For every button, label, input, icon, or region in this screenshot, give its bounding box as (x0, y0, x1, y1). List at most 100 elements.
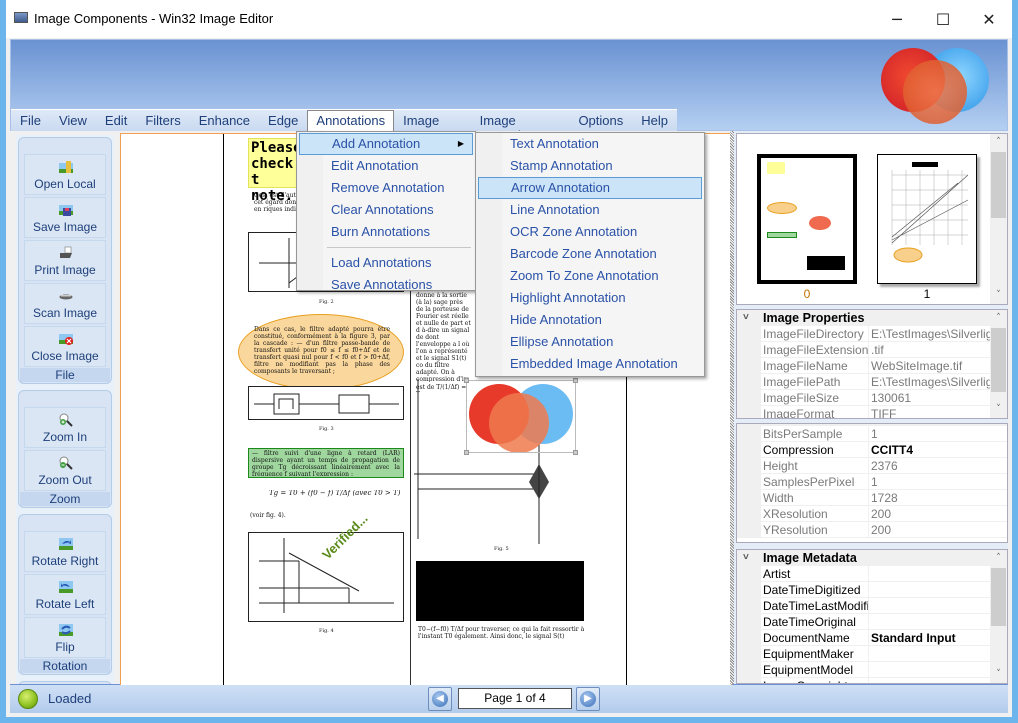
image-properties-header[interactable]: ˅ Image Properties (737, 310, 1007, 326)
previous-page-button[interactable]: ◀ (428, 687, 452, 711)
close-image-icon (59, 334, 73, 345)
scrollbar-thumb[interactable] (991, 152, 1006, 218)
property-row[interactable]: Width 1728 (737, 490, 1007, 506)
scroll-up-icon[interactable]: ˄ (990, 134, 1007, 151)
embedded-image-icon (469, 384, 573, 453)
minimize-icon: ─ (892, 9, 902, 29)
close-image-button[interactable]: Close Image (24, 326, 106, 367)
properties-scrollbar[interactable]: ˄ ˅ (990, 310, 1007, 418)
metadata-row[interactable]: Artist (737, 566, 1007, 582)
menu-add-annotation[interactable]: Add Annotation ▶ (299, 133, 473, 155)
resize-handle[interactable] (464, 450, 469, 455)
property-row[interactable]: YResolution 200 (737, 522, 1007, 538)
property-row[interactable]: ImageFileExtension .tif (737, 342, 1007, 358)
menu-enhance[interactable]: Enhance (190, 110, 259, 133)
menu-hide-annotation[interactable]: Hide Annotation (476, 309, 704, 331)
open-local-button[interactable]: Open Local (24, 154, 106, 195)
maximize-button[interactable]: ☐ (920, 0, 966, 38)
menu-edge[interactable]: Edge (259, 110, 307, 133)
scroll-up-icon[interactable]: ˄ (990, 550, 1007, 567)
metadata-row[interactable]: DocumentName Standard Input (737, 630, 1007, 646)
menu-arrow-annotation[interactable]: Arrow Annotation (478, 177, 702, 199)
menu-load-annotations[interactable]: Load Annotations (297, 252, 475, 274)
menu-text-annotation[interactable]: Text Annotation (476, 133, 704, 155)
rotate-left-icon (59, 581, 73, 593)
zoom-out-button[interactable]: Zoom Out (24, 450, 106, 491)
metadata-row[interactable]: EquipmentModel (737, 662, 1007, 678)
menu-save-annotations[interactable]: Save Annotations (297, 274, 475, 296)
property-row[interactable]: BitsPerSample 1 (737, 426, 1007, 442)
flip-icon (59, 624, 73, 636)
menu-image-ocr[interactable]: Image OCR (394, 110, 471, 143)
menu-image-barcodes[interactable]: Image Barcodes (471, 110, 570, 143)
metadata-scrollbar[interactable]: ˄ ˅ (990, 550, 1007, 683)
thumbnail-1[interactable] (877, 154, 977, 284)
menu-edit[interactable]: Edit (96, 110, 136, 133)
scroll-down-icon[interactable]: ˅ (990, 401, 1007, 418)
menu-highlight-annotation[interactable]: Highlight Annotation (476, 287, 704, 309)
rotate-right-button[interactable]: Rotate Right (24, 531, 106, 572)
menu-help[interactable]: Help (632, 110, 677, 133)
metadata-row[interactable]: DateTimeOriginal (737, 614, 1007, 630)
menu-clear-annotations[interactable]: Clear Annotations (297, 199, 475, 221)
property-row[interactable]: ImageFileDirectory E:\TestImages\Silverli… (737, 326, 1007, 342)
menu-line-annotation[interactable]: Line Annotation (476, 199, 704, 221)
maximize-icon: ☐ (935, 9, 951, 29)
property-row[interactable]: ImageFormat TIFF (737, 406, 1007, 418)
scroll-down-icon[interactable]: ˅ (990, 666, 1007, 683)
scroll-down-icon[interactable]: ˅ (990, 287, 1007, 304)
metadata-row[interactable]: DateTimeDigitized (737, 582, 1007, 598)
image-metadata-header[interactable]: ˅ Image Metadata (737, 550, 1007, 566)
menu-view[interactable]: View (50, 110, 96, 133)
close-button[interactable]: ✕ (966, 0, 1012, 38)
image-metadata-grid: ˅ Image Metadata Artist DateTimeDigitized… (736, 549, 1008, 684)
property-row[interactable]: ImageFilePath E:\TestImages\Silverlight\ (737, 374, 1007, 390)
embedded-image-annotation[interactable] (464, 378, 578, 455)
next-page-button[interactable]: ▶ (576, 687, 600, 711)
close-icon: ✕ (982, 9, 996, 29)
minimize-button[interactable]: ─ (874, 0, 920, 38)
property-row[interactable]: Height 2376 (737, 458, 1007, 474)
menu-zoom-to-zone-annotation[interactable]: Zoom To Zone Annotation (476, 265, 704, 287)
save-image-button[interactable]: Save Image (24, 197, 106, 238)
thumbnail-0[interactable] (757, 154, 857, 284)
hide-annotation[interactable] (416, 561, 584, 621)
property-row[interactable]: XResolution 200 (737, 506, 1007, 522)
flip-button[interactable]: Flip (24, 617, 106, 658)
print-image-button[interactable]: Print Image (24, 240, 106, 281)
menu-barcode-zone-annotation[interactable]: Barcode Zone Annotation (476, 243, 704, 265)
menu-ellipse-annotation[interactable]: Ellipse Annotation (476, 331, 704, 353)
formula: Tg = T0 + (f0 − f) T/Δf (avec T0 > T) (269, 490, 401, 497)
scrollbar-thumb[interactable] (991, 568, 1006, 626)
property-row[interactable]: Compression CCITT4 (737, 442, 1007, 458)
page-indicator[interactable]: Page 1 of 4 (458, 688, 572, 709)
menu-remove-annotation[interactable]: Remove Annotation (297, 177, 475, 199)
rotation-group-label: Rotation (20, 659, 110, 673)
scroll-up-icon[interactable]: ˄ (990, 310, 1007, 327)
zoom-in-button[interactable]: Zoom In (24, 407, 106, 448)
tool-sidebar: Open Local Save Image Print Image Scan I… (16, 135, 114, 684)
menu-ocr-zone-annotation[interactable]: OCR Zone Annotation (476, 221, 704, 243)
metadata-row[interactable]: EquipmentMaker (737, 646, 1007, 662)
menu-embedded-image-annotation[interactable]: Embedded Image Annotation (476, 353, 704, 375)
menu-edit-annotation[interactable]: Edit Annotation (297, 155, 475, 177)
menu-options[interactable]: Options (569, 110, 632, 133)
metadata-row[interactable]: ImageCopyright (737, 678, 1007, 683)
resize-handle[interactable] (573, 450, 578, 455)
menu-stamp-annotation[interactable]: Stamp Annotation (476, 155, 704, 177)
scan-image-button[interactable]: Scan Image (24, 283, 106, 324)
property-row[interactable]: SamplesPerPixel 1 (737, 474, 1007, 490)
metadata-row[interactable]: DateTimeLastModified (737, 598, 1007, 614)
annotations-menu: Add Annotation ▶ Edit Annotation Remove A… (296, 131, 476, 292)
menu-filters[interactable]: Filters (136, 110, 189, 133)
scrollbar-thumb[interactable] (991, 328, 1006, 392)
menu-annotations[interactable]: Annotations (307, 110, 395, 133)
menu-file[interactable]: File (11, 110, 50, 133)
resize-handle[interactable] (464, 378, 469, 383)
property-row[interactable]: ImageFileName WebSiteImage.tif (737, 358, 1007, 374)
thumbnail-scrollbar[interactable]: ˄ ˅ (990, 134, 1007, 304)
menu-burn-annotations[interactable]: Burn Annotations (297, 221, 475, 243)
resize-handle[interactable] (573, 378, 578, 383)
property-row[interactable]: ImageFileSize 130061 (737, 390, 1007, 406)
rotate-left-button[interactable]: Rotate Left (24, 574, 106, 615)
